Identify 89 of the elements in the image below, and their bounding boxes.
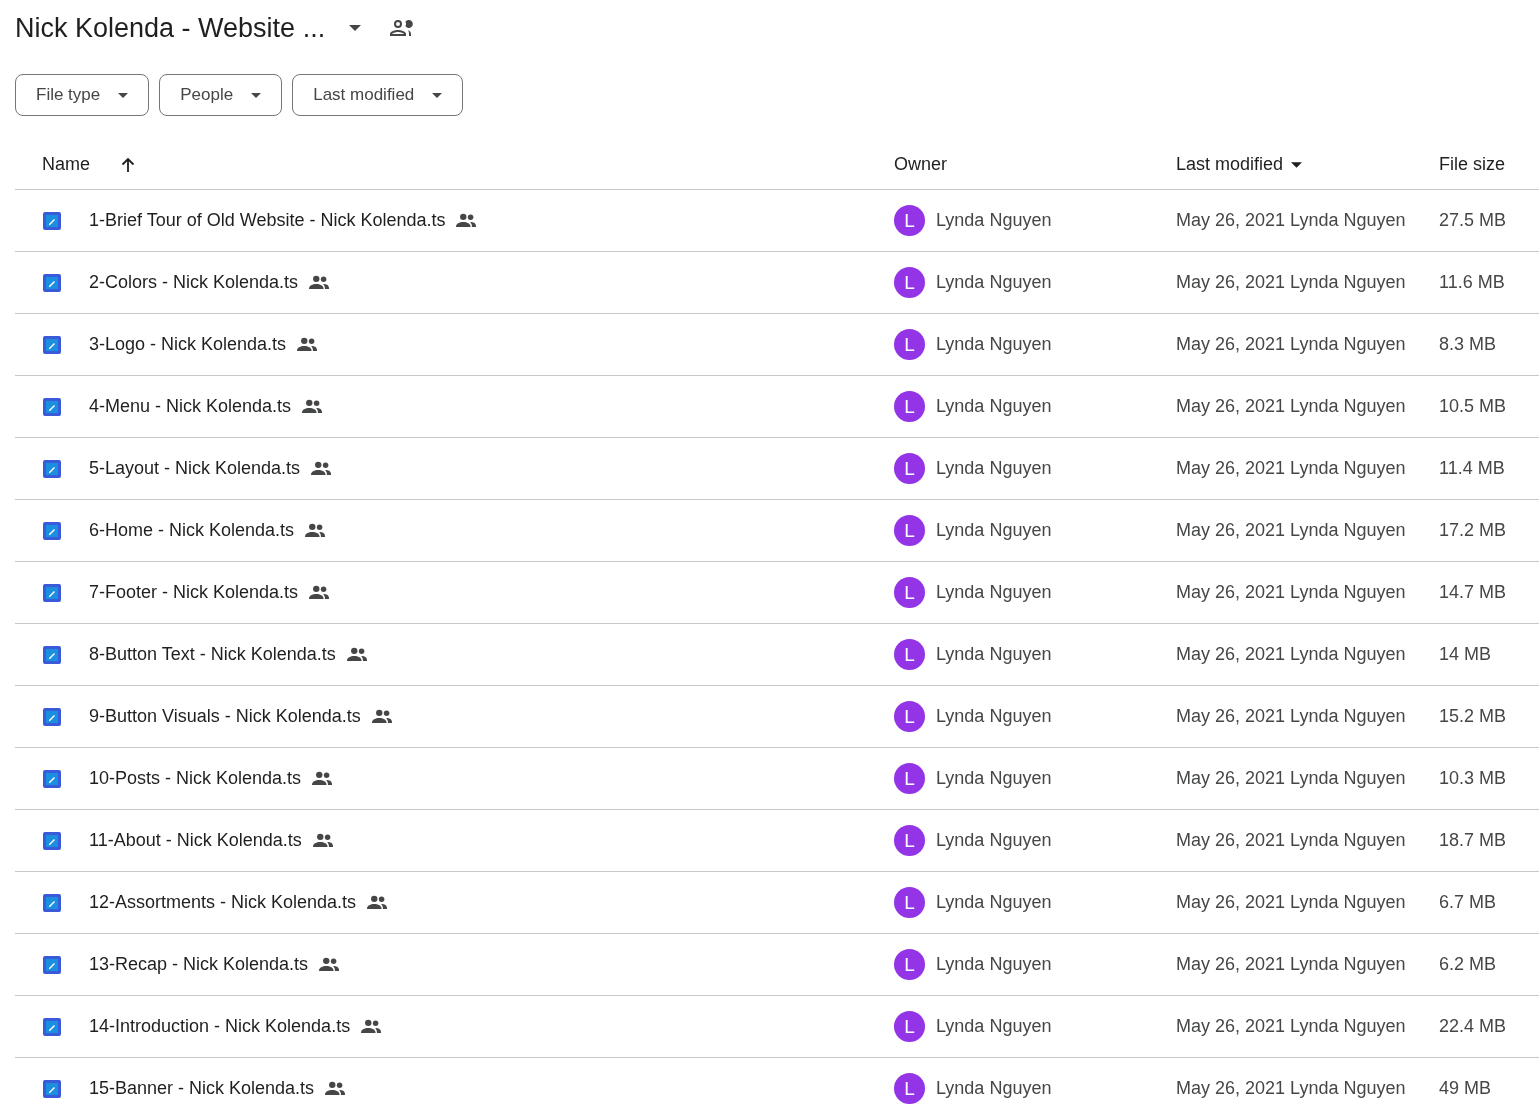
file-name[interactable]: 15-Banner - Nick Kolenda.ts xyxy=(89,1078,315,1099)
owner-avatar: L xyxy=(894,639,925,670)
owner-avatar: L xyxy=(894,329,925,360)
file-name[interactable]: 1-Brief Tour of Old Website - Nick Kolenda.ts xyxy=(89,210,446,231)
file-name[interactable]: 10-Posts - Nick Kolenda.ts xyxy=(89,768,302,789)
modified-date: May 26, 2021 Lynda Nguyen xyxy=(1176,210,1406,231)
file-name[interactable]: 5-Layout - Nick Kolenda.ts xyxy=(89,458,301,479)
file-size: 49 MB xyxy=(1439,1078,1492,1099)
owner-avatar: L xyxy=(894,825,925,856)
owner-name: Lynda Nguyen xyxy=(936,272,1052,293)
column-header[interactable]: Last modified xyxy=(1176,154,1284,175)
file-name[interactable]: 2-Colors - Nick Kolenda.ts xyxy=(89,272,299,293)
file-size: 27.5 MB xyxy=(1439,210,1507,231)
caret-icon xyxy=(432,92,443,98)
file-name[interactable]: 4-Menu - Nick Kolenda.ts xyxy=(89,396,292,417)
owner-name: Lynda Nguyen xyxy=(936,954,1052,975)
sort-up-arrow-icon[interactable] xyxy=(120,156,136,173)
file-name[interactable]: 13-Recap - Nick Kolenda.ts xyxy=(89,954,309,975)
owner-avatar: L xyxy=(894,949,925,980)
modified-date: May 26, 2021 Lynda Nguyen xyxy=(1176,458,1406,479)
file-size: 6.7 MB xyxy=(1439,892,1497,913)
owner-avatar: L xyxy=(894,205,925,236)
filter-dropdown[interactable]: File type xyxy=(15,74,150,116)
modified-date: May 26, 2021 Lynda Nguyen xyxy=(1176,272,1406,293)
owner-avatar: L xyxy=(894,1073,925,1104)
column-header[interactable]: Owner xyxy=(894,154,947,175)
file-size: 15.2 MB xyxy=(1439,706,1507,727)
owner-name: Lynda Nguyen xyxy=(936,210,1052,231)
modified-date: May 26, 2021 Lynda Nguyen xyxy=(1176,1078,1406,1099)
file-size: 11.4 MB xyxy=(1439,458,1505,479)
owner-avatar: L xyxy=(894,453,925,484)
modified-date: May 26, 2021 Lynda Nguyen xyxy=(1176,582,1406,603)
owner-name: Lynda Nguyen xyxy=(936,892,1052,913)
owner-avatar: L xyxy=(894,515,925,546)
owner-name: Lynda Nguyen xyxy=(936,768,1052,789)
file-size: 18.7 MB xyxy=(1439,830,1507,851)
modified-date: May 26, 2021 Lynda Nguyen xyxy=(1176,334,1406,355)
file-size: 14.7 MB xyxy=(1439,582,1507,603)
owner-avatar: L xyxy=(894,887,925,918)
owner-name: Lynda Nguyen xyxy=(936,644,1052,665)
file-name[interactable]: 8-Button Text - Nick Kolenda.ts xyxy=(89,644,336,665)
modified-date: May 26, 2021 Lynda Nguyen xyxy=(1176,830,1406,851)
file-name[interactable]: 11-About - Nick Kolenda.ts xyxy=(89,830,302,851)
file-size: 17.2 MB xyxy=(1439,520,1507,541)
modified-date: May 26, 2021 Lynda Nguyen xyxy=(1176,892,1406,913)
file-name[interactable]: 12-Assortments - Nick Kolenda.ts xyxy=(89,892,357,913)
owner-avatar: L xyxy=(894,763,925,794)
file-size: 11.6 MB xyxy=(1439,272,1505,293)
file-name[interactable]: 14-Introduction - Nick Kolenda.ts xyxy=(89,1016,351,1037)
modified-date: May 26, 2021 Lynda Nguyen xyxy=(1176,520,1406,541)
file-size: 14 MB xyxy=(1439,644,1492,665)
owner-avatar: L xyxy=(894,1011,925,1042)
modified-date: May 26, 2021 Lynda Nguyen xyxy=(1176,954,1406,975)
file-name[interactable]: 7-Footer - Nick Kolenda.ts xyxy=(89,582,299,603)
file-name[interactable]: 6-Home - Nick Kolenda.ts xyxy=(89,520,295,541)
column-header[interactable]: File size xyxy=(1439,154,1505,175)
owner-name: Lynda Nguyen xyxy=(936,830,1052,851)
file-size: 10.5 MB xyxy=(1439,396,1507,417)
filter-dropdown[interactable]: Last modified xyxy=(292,74,464,116)
owner-name: Lynda Nguyen xyxy=(936,334,1052,355)
owner-avatar: L xyxy=(894,267,925,298)
folder-title: Nick Kolenda - Website ... xyxy=(15,12,326,44)
column-header[interactable]: Name xyxy=(42,154,90,175)
file-name[interactable]: 3-Logo - Nick Kolenda.ts xyxy=(89,334,287,355)
modified-date: May 26, 2021 Lynda Nguyen xyxy=(1176,396,1406,417)
caret-icon xyxy=(251,92,262,98)
file-name[interactable]: 9-Button Visuals - Nick Kolenda.ts xyxy=(89,706,361,727)
file-size: 10.3 MB xyxy=(1439,768,1507,789)
owner-name: Lynda Nguyen xyxy=(936,1078,1052,1099)
caret-icon[interactable] xyxy=(349,25,362,31)
modified-date: May 26, 2021 Lynda Nguyen xyxy=(1176,1016,1406,1037)
filter-dropdown[interactable]: People xyxy=(159,74,283,116)
owner-name: Lynda Nguyen xyxy=(936,1016,1052,1037)
modified-date: May 26, 2021 Lynda Nguyen xyxy=(1176,768,1406,789)
owner-name: Lynda Nguyen xyxy=(936,458,1052,479)
owner-name: Lynda Nguyen xyxy=(936,582,1052,603)
file-size: 8.3 MB xyxy=(1439,334,1497,355)
owner-avatar: L xyxy=(894,577,925,608)
owner-name: Lynda Nguyen xyxy=(936,396,1052,417)
modified-date: May 26, 2021 Lynda Nguyen xyxy=(1176,706,1406,727)
owner-avatar: L xyxy=(894,701,925,732)
owner-name: Lynda Nguyen xyxy=(936,706,1052,727)
owner-avatar: L xyxy=(894,391,925,422)
file-size: 22.4 MB xyxy=(1439,1016,1507,1037)
owner-name: Lynda Nguyen xyxy=(936,520,1052,541)
sort-caret-icon[interactable] xyxy=(1291,161,1303,168)
caret-icon xyxy=(118,92,129,98)
file-size: 6.2 MB xyxy=(1439,954,1497,975)
modified-date: May 26, 2021 Lynda Nguyen xyxy=(1176,644,1406,665)
